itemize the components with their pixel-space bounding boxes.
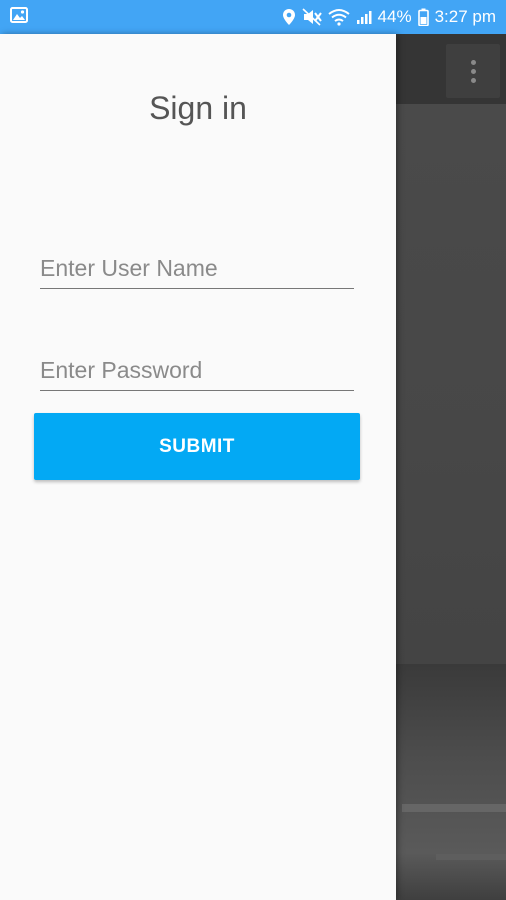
overflow-menu-icon[interactable]	[446, 44, 500, 98]
background-app-content	[396, 104, 506, 664]
background-app-detail	[402, 804, 506, 812]
battery-percent: 44%	[377, 7, 412, 26]
wifi-icon	[327, 8, 350, 26]
username-input[interactable]	[40, 248, 354, 289]
background-app-detail	[436, 854, 506, 860]
battery-icon	[417, 8, 429, 26]
image-icon	[10, 6, 28, 28]
page-title: Sign in	[149, 90, 247, 126]
background-app-bottom	[396, 664, 506, 900]
signin-drawer: Sign in SUBMIT	[0, 34, 396, 900]
signal-icon	[356, 9, 372, 25]
mute-icon	[301, 8, 322, 26]
status-right: 44% 3:27 pm	[282, 7, 496, 27]
status-time: 3:27 pm	[434, 7, 496, 26]
background-app	[396, 34, 506, 900]
submit-button[interactable]: SUBMIT	[34, 413, 360, 480]
location-icon	[282, 8, 296, 26]
status-bar: 44% 3:27 pm	[0, 0, 506, 34]
password-input[interactable]	[40, 350, 354, 391]
status-left	[10, 6, 28, 28]
